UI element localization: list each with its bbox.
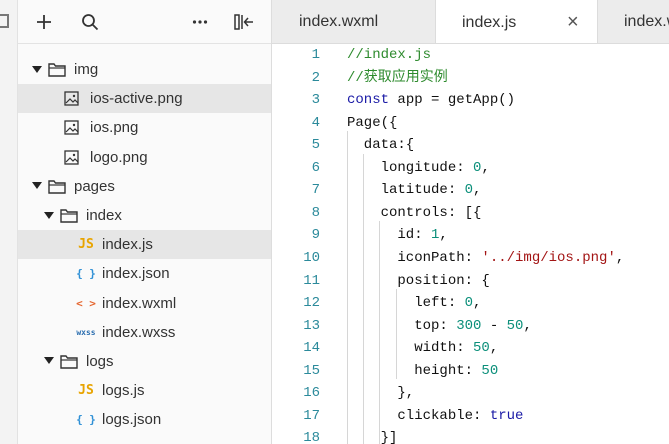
tree-item-index[interactable]: index: [18, 201, 271, 230]
tree-item-index-wxml[interactable]: < > index.wxml: [18, 289, 271, 318]
code-line: //获取应用实例: [347, 69, 448, 86]
chevron-down-icon[interactable]: [44, 211, 54, 221]
line-number: 13: [303, 317, 320, 334]
plus-icon[interactable]: [32, 10, 56, 34]
tree-item-label: logs.json: [102, 411, 162, 429]
js-file-icon: JS: [78, 383, 94, 399]
line-number: 9: [311, 227, 320, 244]
folder-open-icon: [60, 208, 78, 224]
json-file-icon: { }: [76, 267, 96, 281]
code-line: iconPath: '../img/ios.png',: [347, 249, 625, 266]
code-line: controls: [{: [347, 204, 482, 221]
tree-item-label: index.json: [102, 265, 170, 283]
wxml-file-icon: < >: [76, 296, 96, 310]
tree-item-index-wxss[interactable]: wxss index.wxss: [18, 318, 271, 347]
tab-index-js[interactable]: index.js ×: [436, 0, 598, 43]
tab-index-wxml[interactable]: index.wxml: [272, 0, 436, 43]
line-number: 16: [303, 385, 320, 402]
tree-item-index-json[interactable]: { } index.json: [18, 259, 271, 288]
tab-index-w[interactable]: index.w: [598, 0, 669, 43]
code-editor[interactable]: 1 2 3 4 5 6 7 8 9 10 11 12 13 14 15 16 17 18 //index.js//…: [272, 44, 669, 444]
code-line: },: [347, 385, 415, 402]
code-line: longitude: 0,: [347, 159, 490, 176]
line-number: 5: [311, 137, 320, 154]
line-number: 15: [303, 362, 320, 379]
code-line: height: 50: [347, 362, 499, 379]
code-line: const app = getApp(): [347, 92, 516, 109]
code-line: left: 0,: [347, 295, 482, 312]
panel-toggle-icon[interactable]: [0, 14, 9, 28]
activity-bar-edge: [0, 0, 18, 444]
tab-label: index.w: [624, 13, 669, 30]
tree-item-logs-json[interactable]: { } logs.json: [18, 405, 271, 434]
line-number: 10: [303, 249, 320, 266]
code-line: id: 1,: [347, 227, 448, 244]
line-number: 12: [303, 295, 320, 312]
explorer-toolbar: [18, 0, 271, 44]
tree-item-logs[interactable]: logs: [18, 347, 271, 376]
editor-tabs: index.wxml index.js × index.w: [272, 0, 669, 44]
tree-item-logo-png[interactable]: logo.png: [18, 143, 271, 172]
tree-item-label: index.wxml: [102, 294, 177, 312]
collapse-panel-icon[interactable]: [232, 10, 256, 34]
tree-item-label: index.wxss: [102, 323, 176, 341]
chevron-down-icon[interactable]: [32, 65, 42, 75]
code-line: Page({: [347, 114, 398, 131]
folder-open-icon: [48, 62, 66, 78]
line-number: 3: [311, 92, 320, 109]
code-line: data:{: [347, 137, 415, 154]
line-number: 14: [303, 340, 320, 357]
line-number: 4: [311, 114, 320, 131]
code-line: //index.js: [347, 47, 432, 63]
search-icon[interactable]: [78, 10, 102, 34]
tree-item-label: index: [86, 207, 122, 225]
tree-item-label: logo.png: [90, 148, 148, 166]
tab-label: index.wxml: [299, 13, 379, 30]
wxss-file-icon: wxss: [76, 327, 96, 337]
code-line: }]: [347, 430, 398, 444]
chevron-down-icon[interactable]: [44, 356, 54, 366]
tree-item-label: img: [74, 61, 99, 79]
folder-open-icon: [60, 353, 78, 369]
tree-item-ios-png[interactable]: ios.png: [18, 113, 271, 142]
code-line: top: 300 - 50,: [347, 317, 532, 334]
line-number: 7: [311, 182, 320, 199]
tree-item-pages[interactable]: pages: [18, 172, 271, 201]
code-line: width: 50,: [347, 340, 499, 357]
tree-item-index-js[interactable]: JS index.js: [18, 230, 271, 260]
line-number: 18: [303, 430, 320, 444]
tree-item-label: ios.png: [90, 119, 139, 137]
code-line: clickable: true: [347, 407, 524, 424]
line-number: 1: [311, 47, 320, 63]
tree-item-label: logs: [86, 352, 114, 370]
line-number: 6: [311, 159, 320, 176]
tree-item-ios-active-png[interactable]: ios-active.png: [18, 84, 271, 114]
image-file-icon: [62, 149, 80, 165]
file-explorer: img ios-active.png ios.png logo.png pages ind…: [18, 0, 272, 444]
folder-open-icon: [48, 178, 66, 194]
close-icon[interactable]: ×: [567, 11, 579, 34]
tree-item-img[interactable]: img: [18, 55, 271, 84]
tab-label: index.js: [462, 13, 517, 31]
line-number: 11: [303, 272, 320, 289]
file-tree: img ios-active.png ios.png logo.png pages ind…: [18, 55, 271, 434]
tree-item-label: logs.js: [102, 382, 145, 400]
tree-item-logs-js[interactable]: JS logs.js: [18, 376, 271, 405]
line-number: 17: [303, 407, 320, 424]
line-number: 2: [311, 69, 320, 86]
chevron-down-icon[interactable]: [32, 181, 42, 191]
code-line: position: {: [347, 272, 490, 289]
code-line: latitude: 0,: [347, 182, 482, 199]
tree-item-label: ios-active.png: [90, 90, 183, 108]
ellipsis-icon[interactable]: [188, 10, 212, 34]
image-file-icon: [62, 91, 80, 107]
image-file-icon: [62, 120, 80, 136]
tree-item-label: pages: [74, 177, 115, 195]
line-number: 8: [311, 204, 320, 221]
js-file-icon: JS: [78, 237, 94, 253]
tree-item-label: index.js: [102, 236, 153, 254]
json-file-icon: { }: [76, 413, 96, 427]
